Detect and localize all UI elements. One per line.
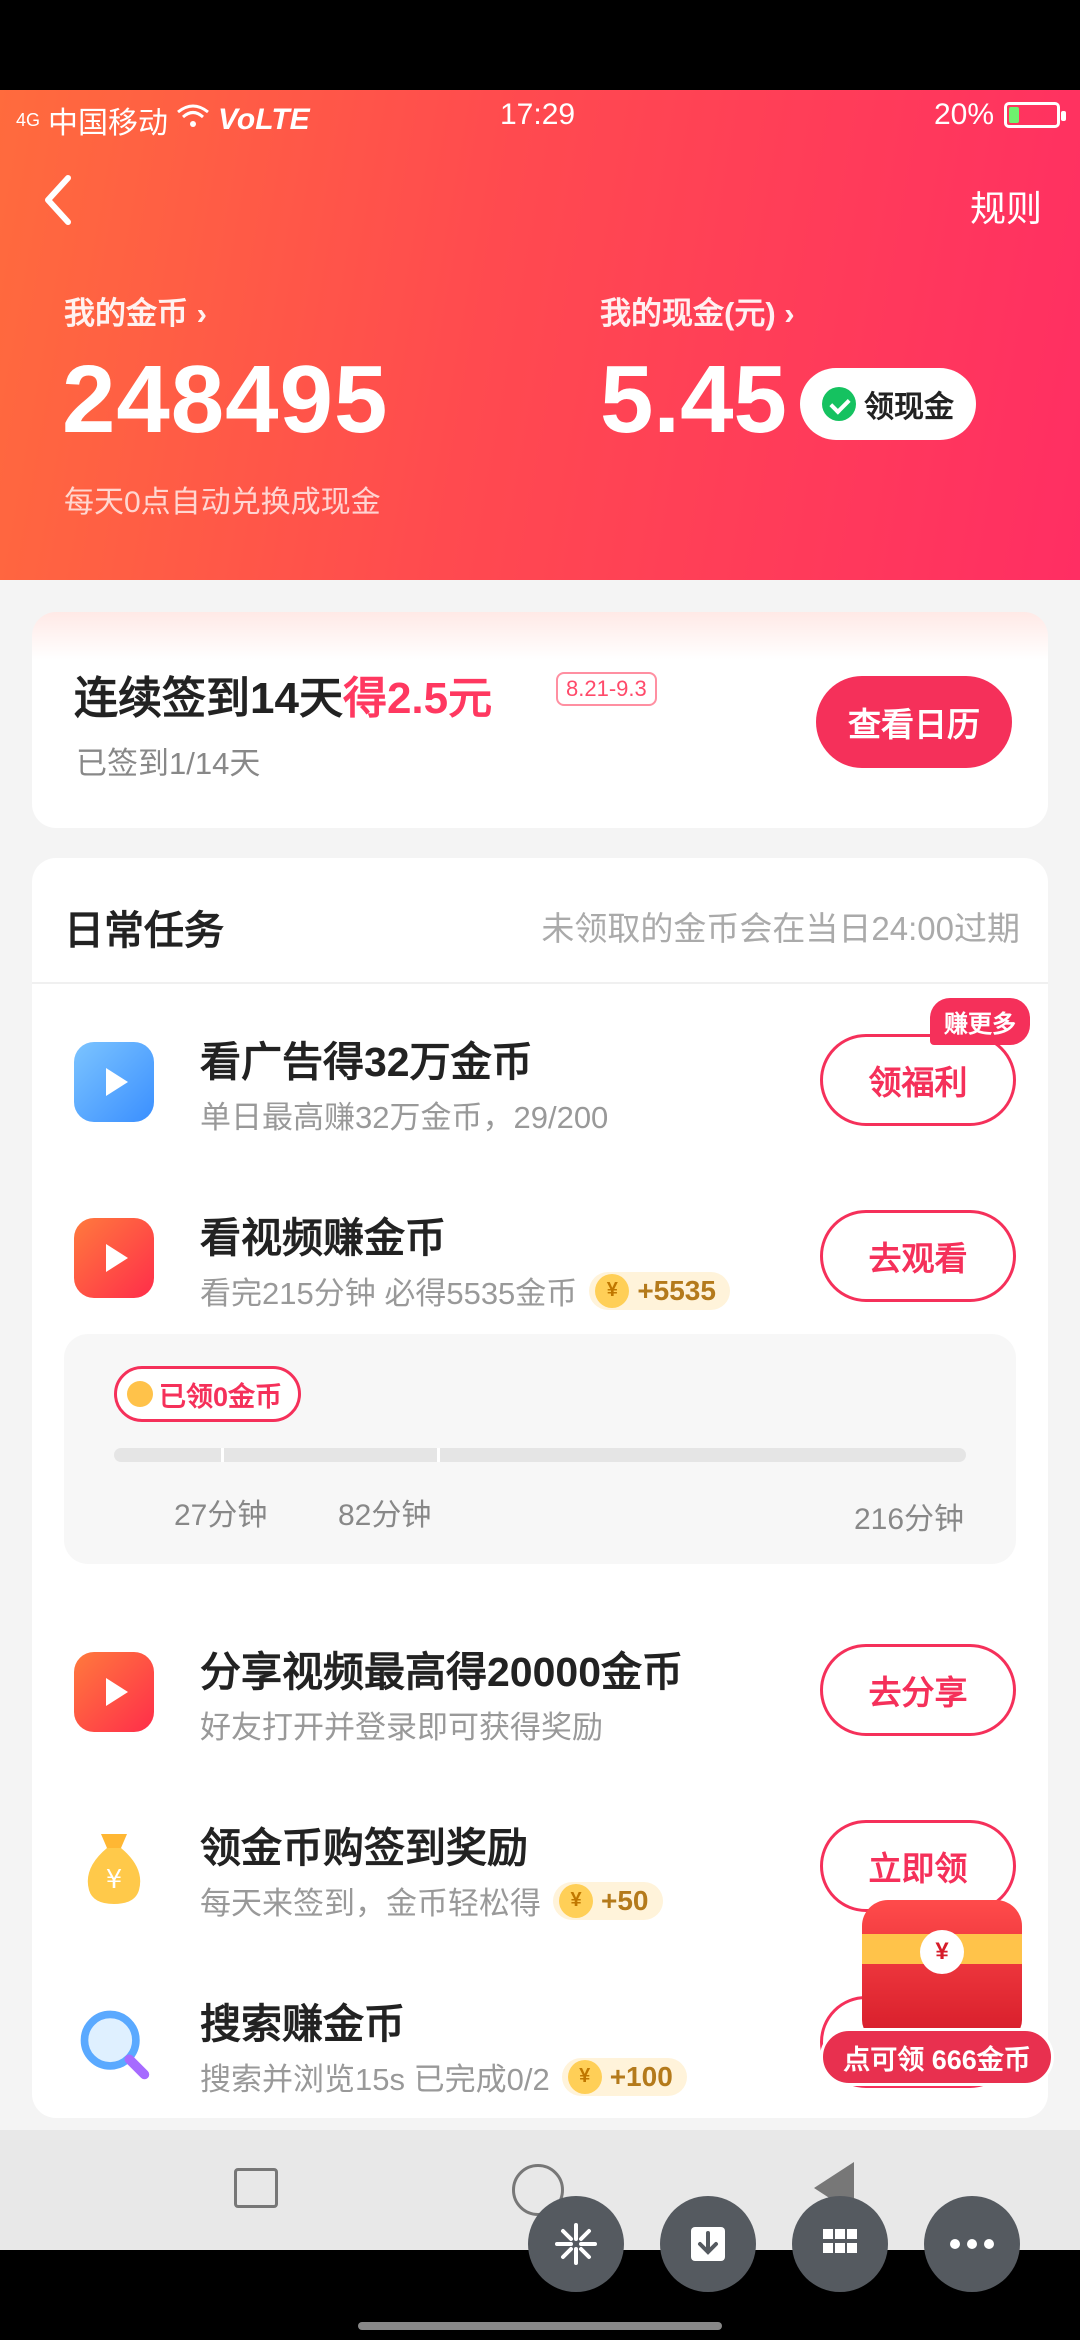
my-coins-link[interactable]: 我的金币 › bbox=[64, 288, 207, 333]
reward-amount: +50 bbox=[601, 1884, 649, 1916]
claimed-coins-chip: 已领0金币 bbox=[114, 1366, 302, 1422]
coin-icon: ¥ bbox=[595, 1273, 630, 1308]
task-watch-ads: 看广告得32万金币 单日最高赚32万金币，29/200 领福利 赚更多 bbox=[32, 998, 1048, 1158]
view-calendar-button[interactable]: 查看日历 bbox=[816, 676, 1012, 768]
grid-icon[interactable] bbox=[792, 2196, 888, 2292]
go-share-button[interactable]: 去分享 bbox=[820, 1644, 1016, 1736]
reward-pill: ¥ +50 bbox=[553, 1881, 663, 1920]
top-black-bar bbox=[0, 0, 1080, 90]
task-desc: 搜索并浏览15s 已完成0/2 ¥ +100 bbox=[200, 2054, 687, 2099]
sparkle-icon[interactable] bbox=[528, 2196, 624, 2292]
signal-icon: 4G bbox=[16, 109, 41, 130]
svg-text:¥: ¥ bbox=[106, 1865, 123, 1895]
battery-percent: 20% bbox=[933, 98, 994, 131]
wechat-icon bbox=[822, 387, 856, 421]
tasks-header: 日常任务 未领取的金币会在当日24:00过期 bbox=[32, 858, 1048, 984]
task-desc-text: 每天来签到，金币轻松得 bbox=[200, 1886, 541, 1921]
status-bar: 4G 中国移动 VoLTE 17:29 20% bbox=[0, 90, 1080, 140]
more-icon[interactable] bbox=[924, 2196, 1020, 2292]
signin-date-range: 8.21-9.3 bbox=[556, 672, 657, 706]
battery-icon bbox=[1004, 102, 1066, 128]
milestone-tick bbox=[437, 1448, 441, 1462]
signin-title: 连续签到14天 得2.5元 bbox=[74, 662, 492, 726]
claim-benefit-button[interactable]: 领福利 bbox=[820, 1034, 1016, 1126]
task-share-video: 分享视频最高得20000金币 好友打开并登录即可获得奖励 去分享 bbox=[32, 1618, 1048, 1768]
coin-icon bbox=[127, 1381, 153, 1407]
rules-link[interactable]: 规则 bbox=[970, 180, 1042, 232]
my-cash-link[interactable]: 我的现金(元) › bbox=[600, 288, 795, 333]
task-desc-text: 单日最高赚32万金币，29/200 bbox=[200, 1100, 609, 1135]
reward-amount: +5535 bbox=[637, 1274, 716, 1306]
cash-balance: 5.45 bbox=[600, 346, 787, 453]
earn-more-badge: 赚更多 bbox=[930, 998, 1030, 1045]
task-desc: 单日最高赚32万金币，29/200 bbox=[200, 1092, 608, 1137]
reward-amount: +100 bbox=[609, 2060, 673, 2092]
reward-pill: ¥ +5535 bbox=[589, 1271, 730, 1310]
task-name: 看广告得32万金币 bbox=[200, 1039, 533, 1085]
claimed-coins-text: 已领0金币 bbox=[159, 1381, 283, 1412]
signin-card: 连续签到14天 得2.5元 8.21-9.3 已签到1/14天 查看日历 bbox=[32, 612, 1048, 828]
coins-exchange-note: 每天0点自动兑换成现金 bbox=[64, 486, 381, 519]
header: 4G 中国移动 VoLTE 17:29 20% 规则 我的金币 › 248495… bbox=[0, 90, 1080, 580]
carrier-info: 4G 中国移动 VoLTE bbox=[16, 98, 310, 142]
tasks-expiry-notice: 未领取的金币会在当日24:00过期 bbox=[541, 910, 1020, 947]
video-progress-panel: 已领0金币 27分钟 82分钟 216分钟 bbox=[64, 1334, 1016, 1564]
task-desc: 每天来签到，金币轻松得 ¥ +50 bbox=[200, 1878, 663, 1923]
volte-label: VoLTE bbox=[218, 103, 310, 136]
floating-toolbar bbox=[528, 2196, 1048, 2292]
go-watch-button[interactable]: 去观看 bbox=[820, 1210, 1016, 1302]
signin-progress: 已签到1/14天 bbox=[76, 746, 261, 781]
task-name: 分享视频最高得20000金币 bbox=[200, 1649, 684, 1695]
download-icon[interactable] bbox=[660, 2196, 756, 2292]
gift-claim-label: 点可领 666金币 bbox=[820, 2028, 1054, 2086]
money-bag-icon: ¥ bbox=[74, 1828, 154, 1908]
milestone-tick bbox=[220, 1448, 224, 1462]
task-desc-text: 看完215分钟 必得5535金币 bbox=[200, 1276, 578, 1311]
withdraw-cash-button[interactable]: 领现金 bbox=[800, 368, 976, 440]
task-desc: 好友打开并登录即可获得奖励 bbox=[200, 1702, 603, 1747]
task-name: 领金币购签到奖励 bbox=[200, 1825, 528, 1871]
video-progress-bar bbox=[114, 1448, 966, 1462]
reward-pill: ¥ +100 bbox=[561, 2057, 687, 2096]
home-indicator[interactable] bbox=[358, 2322, 722, 2330]
carrier-name: 中国移动 bbox=[48, 107, 169, 140]
coin-icon: ¥ bbox=[920, 1930, 964, 1974]
milestone-label: 82分钟 bbox=[338, 1499, 432, 1532]
coin-icon: ¥ bbox=[559, 1883, 593, 1918]
task-desc-text: 好友打开并登录即可获得奖励 bbox=[200, 1710, 603, 1745]
battery: 20% bbox=[933, 98, 1066, 132]
tasks-title: 日常任务 bbox=[64, 909, 224, 953]
coins-balance: 248495 bbox=[62, 346, 389, 453]
task-desc-text: 搜索并浏览15s 已完成0/2 bbox=[200, 2062, 550, 2097]
claim-now-button[interactable]: 立即领 bbox=[820, 1820, 1016, 1912]
signin-reward: 得2.5元 bbox=[342, 674, 493, 723]
coin-icon: ¥ bbox=[567, 2059, 602, 2094]
task-name: 搜索赚金币 bbox=[200, 2001, 405, 2047]
chevron-left-icon bbox=[45, 175, 71, 225]
task-desc: 看完215分钟 必得5535金币 ¥ +5535 bbox=[200, 1268, 730, 1313]
wifi-icon bbox=[176, 103, 210, 137]
back-button[interactable] bbox=[38, 170, 78, 230]
task-name: 看视频赚金币 bbox=[200, 1215, 446, 1261]
play-icon bbox=[74, 1042, 154, 1122]
gift-box-widget[interactable]: ¥ 点可领 666金币 bbox=[820, 1900, 1060, 2100]
video-icon bbox=[74, 1218, 154, 1298]
milestone-label: 216分钟 bbox=[854, 1503, 965, 1536]
task-watch-video: 看视频赚金币 看完215分钟 必得5535金币 ¥ +5535 去观看 bbox=[32, 1184, 1048, 1334]
share-video-icon bbox=[74, 1652, 154, 1732]
withdraw-cash-label: 领现金 bbox=[864, 391, 954, 424]
clock: 17:29 bbox=[500, 98, 576, 131]
milestone-label: 27分钟 bbox=[174, 1499, 268, 1532]
signin-title-text: 连续签到14天 bbox=[74, 674, 343, 723]
search-icon bbox=[74, 2004, 154, 2084]
recent-apps-icon[interactable] bbox=[234, 2168, 278, 2208]
